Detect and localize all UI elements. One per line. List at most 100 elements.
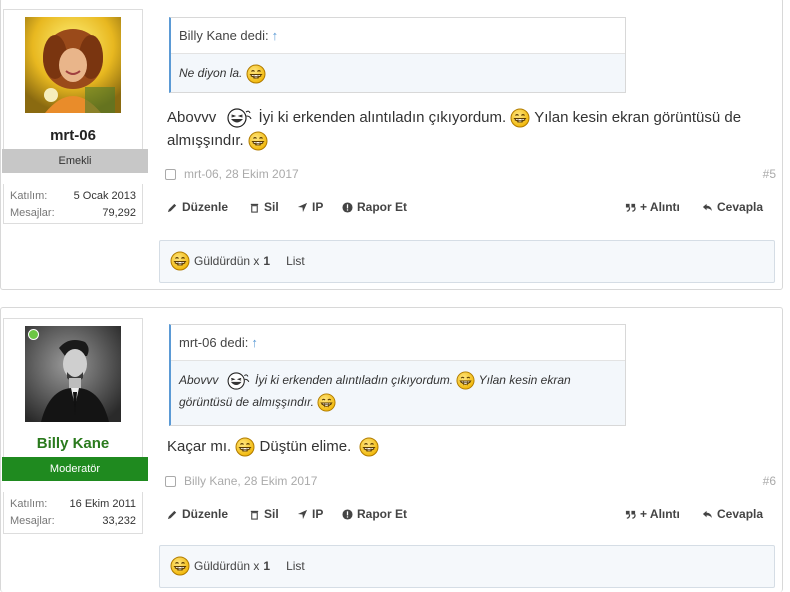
reply-label: Cevapla xyxy=(717,200,764,214)
grinning-smiley-icon xyxy=(246,64,266,84)
message-text: Düştün elime. xyxy=(259,438,352,455)
edit-label: Düzenle xyxy=(182,200,229,214)
avatar-frame xyxy=(3,318,143,430)
quote-icon xyxy=(625,203,636,212)
laughing-smiley-icon xyxy=(226,108,252,128)
grinning-smiley-icon xyxy=(317,393,336,412)
delete-button[interactable]: Sil xyxy=(249,200,279,214)
avatar[interactable] xyxy=(25,17,121,113)
online-indicator xyxy=(28,329,39,340)
avatar[interactable] xyxy=(25,326,121,422)
grinning-smiley-icon xyxy=(235,437,255,457)
quote-text-content: Abovvv xyxy=(179,373,219,387)
stat-messages: Mesajlar: 79,292 xyxy=(10,205,136,222)
stat-messages: Mesajlar: 33,232 xyxy=(10,513,136,530)
stat-label: Mesajlar: xyxy=(10,207,55,219)
edit-label: Düzenle xyxy=(182,507,229,521)
trash-icon xyxy=(250,510,259,520)
edit-button[interactable]: Düzenle xyxy=(167,507,228,521)
likes-list-link[interactable]: List xyxy=(286,559,305,573)
reply-button[interactable]: Cevapla xyxy=(702,507,763,521)
post-meta: Billy Kane, 28 Ekim 2017 #6 xyxy=(165,474,776,492)
likes-count: 1 xyxy=(263,254,271,268)
stat-joined: Katılım: 5 Ocak 2013 xyxy=(10,188,136,205)
quote-label: + Alıntı xyxy=(640,507,680,521)
pencil-icon xyxy=(167,510,177,519)
post-author-date[interactable]: mrt-06, 28 Ekim 2017 xyxy=(184,167,299,181)
stat-value: 5 Ocak 2013 xyxy=(73,190,136,202)
ip-button[interactable]: IP xyxy=(297,507,323,521)
quote-text-content: Yılan kesin ekran xyxy=(478,373,571,387)
reply-icon xyxy=(702,203,713,211)
quote-block: Billy Kane dedi: ↑ Ne diyon la. xyxy=(169,17,626,93)
likes-list-link[interactable]: List xyxy=(286,254,305,268)
likes-count: 1 xyxy=(263,559,271,573)
post-meta: mrt-06, 28 Ekim 2017 #5 xyxy=(165,167,776,185)
report-button[interactable]: Rapor Et xyxy=(342,507,407,521)
laughing-smiley-icon xyxy=(226,372,250,390)
quote-header: Billy Kane dedi: ↑ xyxy=(171,18,625,54)
post-5: mrt-06 Emekli Katılım: 5 Ocak 2013 Mesaj… xyxy=(0,0,783,290)
grinning-smiley-icon xyxy=(510,108,530,128)
quote-text-content: Ne diyon la. xyxy=(179,66,243,80)
message-body: Abovvv İyi ki erkenden alıntıladın çıkıy… xyxy=(167,106,767,152)
likes-summary: Güldürdün x 1 List xyxy=(159,545,775,588)
quote-button[interactable]: + Alıntı xyxy=(625,507,680,521)
user-stats: Katılım: 5 Ocak 2013 Mesajlar: 79,292 xyxy=(3,184,143,224)
delete-label: Sil xyxy=(264,507,279,521)
reply-icon xyxy=(702,510,713,518)
quote-header: mrt-06 dedi: ↑ xyxy=(171,325,625,361)
grinning-smiley-icon xyxy=(170,556,190,576)
user-stats: Katılım: 16 Ekim 2011 Mesajlar: 33,232 xyxy=(3,492,143,534)
location-arrow-icon xyxy=(297,509,308,519)
grinning-smiley-icon xyxy=(248,131,268,151)
message-text: Kaçar mı. xyxy=(167,438,232,455)
likes-summary: Güldürdün x 1 List xyxy=(159,240,775,283)
report-button[interactable]: Rapor Et xyxy=(342,200,407,214)
username[interactable]: Billy Kane xyxy=(3,430,143,457)
quote-text: Abovvv İyi ki erkenden alıntıladın çıkıy… xyxy=(171,361,625,425)
post-actions: Düzenle Sil IP Rapor Et + Alıntı Cevapla xyxy=(167,507,775,527)
post-6: Billy Kane Moderatör Katılım: 16 Ekim 20… xyxy=(0,307,783,592)
ip-button[interactable]: IP xyxy=(297,200,323,214)
quote-jump-arrow[interactable]: ↑ xyxy=(251,335,258,350)
stat-joined: Katılım: 16 Ekim 2011 xyxy=(10,496,136,513)
likes-text: Güldürdün x xyxy=(194,254,260,268)
quote-button[interactable]: + Alıntı xyxy=(625,200,680,214)
quote-text-content: görüntüsü de almışşındır. xyxy=(179,395,314,409)
post-number-link[interactable]: #6 xyxy=(763,474,776,488)
ip-label: IP xyxy=(312,200,324,214)
quote-jump-arrow[interactable]: ↑ xyxy=(272,28,279,43)
grinning-smiley-icon xyxy=(170,251,190,271)
delete-label: Sil xyxy=(264,200,279,214)
avatar-frame xyxy=(3,9,143,122)
select-checkbox[interactable] xyxy=(165,169,176,181)
post-actions: Düzenle Sil IP Rapor Et + Alıntı Cevapla xyxy=(167,200,775,220)
select-checkbox[interactable] xyxy=(165,476,176,488)
delete-button[interactable]: Sil xyxy=(249,507,279,521)
message-text: İyi ki erkenden alıntıladın çıkıyordum. xyxy=(258,109,507,126)
likes-text: Güldürdün x xyxy=(194,559,260,573)
quote-label: + Alıntı xyxy=(640,200,680,214)
user-title-badge: Emekli xyxy=(2,149,148,173)
reply-button[interactable]: Cevapla xyxy=(702,200,763,214)
location-arrow-icon xyxy=(297,202,308,212)
message-body: Kaçar mı. Düştün elime. xyxy=(167,435,767,458)
report-label: Rapor Et xyxy=(357,200,408,214)
grinning-smiley-icon xyxy=(456,371,475,390)
username[interactable]: mrt-06 xyxy=(3,122,143,149)
quote-block: mrt-06 dedi: ↑ Abovvv İyi ki erkenden alı… xyxy=(169,324,626,426)
post-number-link[interactable]: #5 xyxy=(763,167,776,181)
stat-value: 33,232 xyxy=(102,515,136,527)
stat-label: Katılım: xyxy=(10,190,48,202)
ip-label: IP xyxy=(312,507,324,521)
trash-icon xyxy=(250,203,259,213)
post-author-date[interactable]: Billy Kane, 28 Ekim 2017 xyxy=(184,474,317,488)
quote-icon xyxy=(625,510,636,519)
grinning-smiley-icon xyxy=(359,437,379,457)
edit-button[interactable]: Düzenle xyxy=(167,200,228,214)
quote-author: mrt-06 dedi: xyxy=(179,335,249,350)
reply-label: Cevapla xyxy=(717,507,764,521)
message-text: Abovvv xyxy=(167,109,217,126)
user-title-badge: Moderatör xyxy=(2,457,148,481)
